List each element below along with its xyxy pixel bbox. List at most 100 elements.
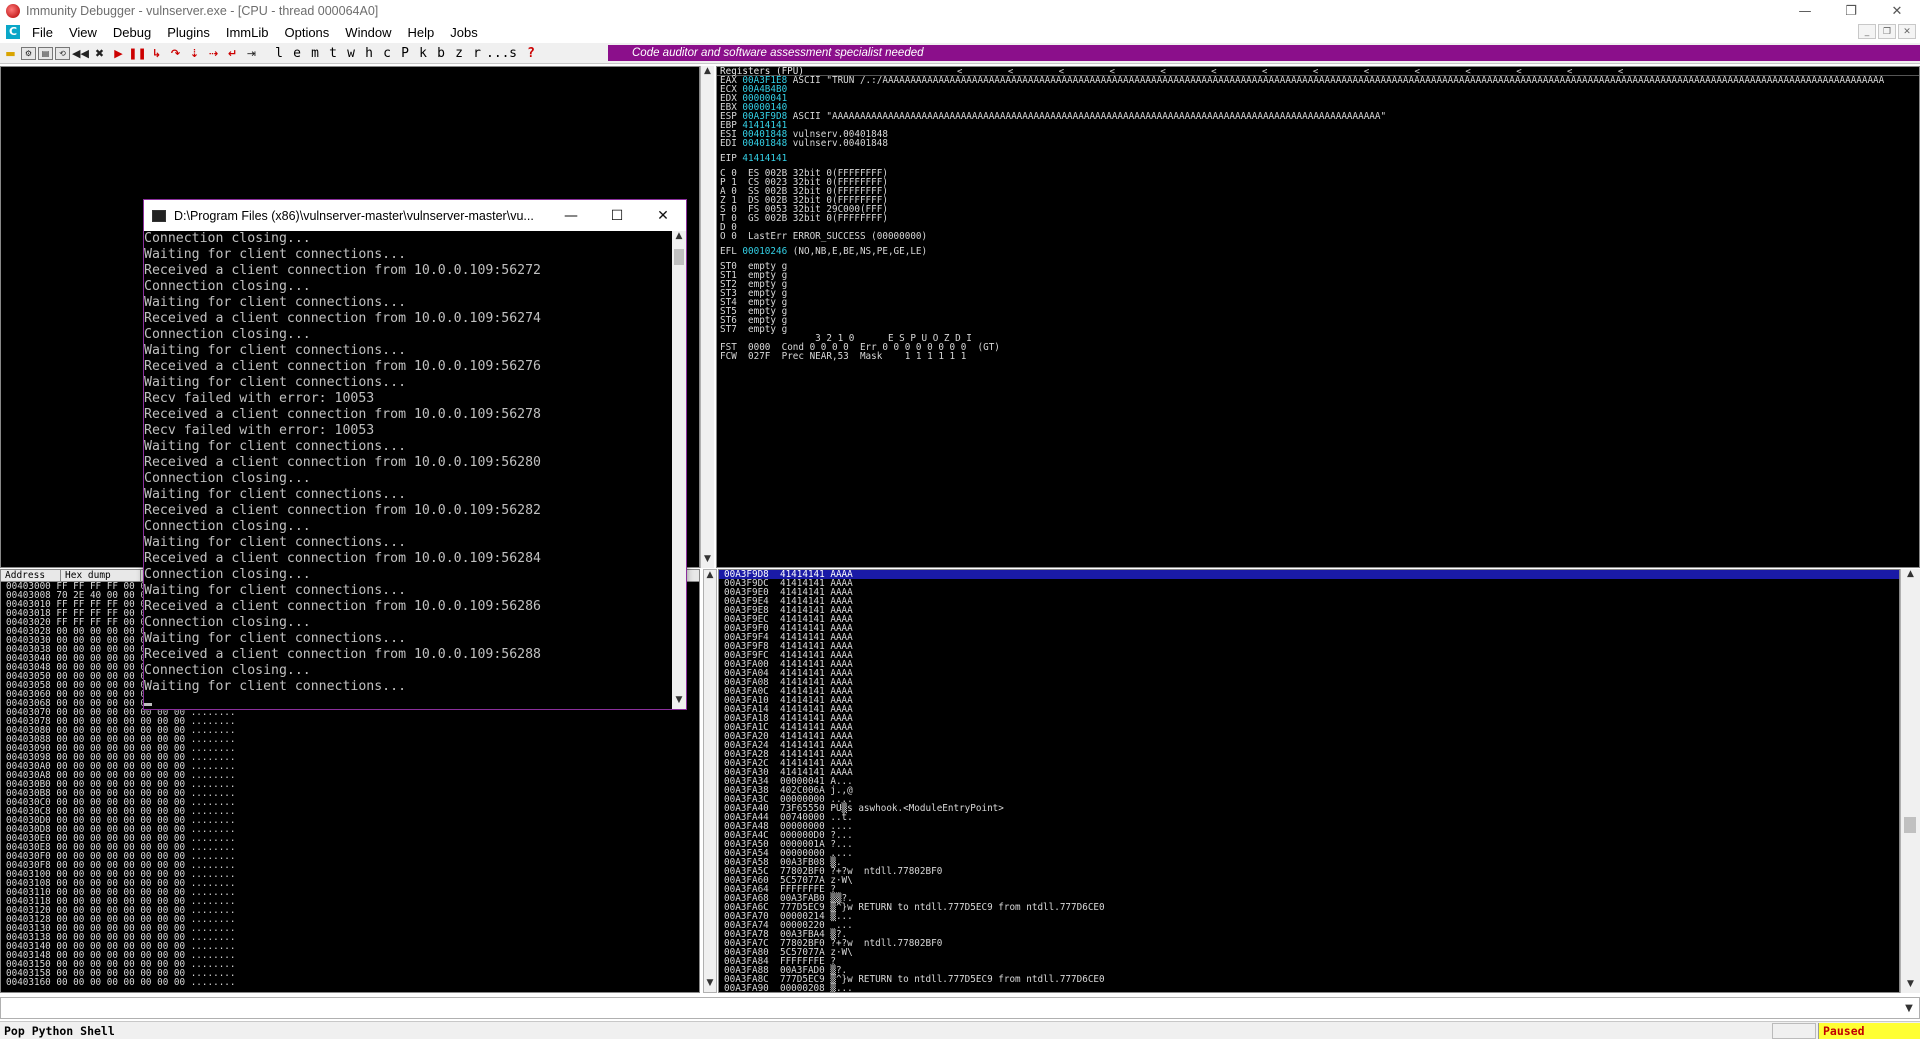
stack-row[interactable]: 00A3FA28 41414141 AAAA: [719, 750, 1899, 759]
stack-row[interactable]: 00A3FA70 00000214 ▒...: [719, 912, 1899, 921]
open-folder-icon[interactable]: ▬: [2, 45, 19, 61]
toolbar-button-h[interactable]: h: [360, 46, 378, 61]
toolbar-button-k[interactable]: k: [414, 46, 432, 61]
toolbar-button-e[interactable]: e: [288, 46, 306, 61]
stack-row[interactable]: 00A3FA50 0000001A ?...: [719, 840, 1899, 849]
stack-row[interactable]: 00A3FA60 5C57077A z·W\: [719, 876, 1899, 885]
register-line[interactable]: EFL 00010246 (NO,NB,E,BE,NS,PE,GE,LE): [717, 247, 1919, 256]
stack-row[interactable]: 00A3FA0C 41414141 AAAA: [719, 687, 1899, 696]
rewind-icon[interactable]: ◀◀: [72, 45, 89, 61]
toolbar-button-s[interactable]: s: [504, 46, 522, 61]
cpu-window-icon[interactable]: C: [6, 25, 20, 39]
menu-help[interactable]: Help: [400, 25, 443, 40]
menu-immlib[interactable]: ImmLib: [218, 25, 277, 40]
register-line[interactable]: EAX 00A3F1E8 ASCII "TRUN /.:/AAAAAAAAAAA…: [717, 76, 1919, 85]
register-line[interactable]: ST4 empty g: [717, 298, 1919, 307]
toolbar-button-w[interactable]: w: [342, 46, 360, 61]
stack-row[interactable]: 00A3FA4C 000000D0 ?...: [719, 831, 1899, 840]
stack-row[interactable]: 00A3F9DC 41414141 AAAA: [719, 579, 1899, 588]
register-line[interactable]: FCW 027F Prec NEAR,53 Mask 1 1 1 1 1 1: [717, 352, 1919, 361]
restore-button[interactable]: ❐: [1828, 0, 1874, 22]
toolbar-button-b[interactable]: b: [432, 46, 450, 61]
stack-row[interactable]: 00A3F9EC 41414141 AAAA: [719, 615, 1899, 624]
registers-pane[interactable]: Registers (FPU) < < < < < < < < < < < < …: [716, 66, 1920, 568]
stack-row[interactable]: 00A3FA34 00000041 A...: [719, 777, 1899, 786]
stack-row[interactable]: 00A3FA2C 41414141 AAAA: [719, 759, 1899, 768]
window-icon[interactable]: ▤: [38, 46, 53, 60]
register-line[interactable]: T 0 GS 002B 32bit 0(FFFFFFFF): [717, 214, 1919, 223]
step-over-icon[interactable]: ↷: [167, 45, 184, 61]
console-maximize-button[interactable]: ☐: [594, 200, 640, 231]
stack-row[interactable]: 00A3F9E8 41414141 AAAA: [719, 606, 1899, 615]
toolbar-button-l[interactable]: l: [270, 46, 288, 61]
menu-options[interactable]: Options: [276, 25, 337, 40]
chevron-down-icon[interactable]: ▼: [1901, 1001, 1917, 1015]
stack-scrollbar[interactable]: ▲ ▼: [1900, 569, 1920, 993]
pause-icon[interactable]: ❚❚: [128, 45, 146, 61]
close-process-icon[interactable]: ✖: [91, 45, 108, 61]
stack-row[interactable]: 00A3F9FC 41414141 AAAA: [719, 651, 1899, 660]
register-line[interactable]: EIP 41414141: [717, 154, 1919, 163]
register-line[interactable]: C 0 ES 002B 32bit 0(FFFFFFFF): [717, 169, 1919, 178]
column-hex-dump[interactable]: Hex dump: [61, 570, 141, 581]
register-line[interactable]: P 1 CS 0023 32bit 0(FFFFFFFF): [717, 178, 1919, 187]
register-line[interactable]: O 0 LastErr ERROR_SUCCESS (00000000): [717, 232, 1919, 241]
menu-view[interactable]: View: [61, 25, 105, 40]
stack-row[interactable]: 00A3F9D8 41414141 AAAA: [719, 570, 1899, 579]
register-line[interactable]: ST2 empty g: [717, 280, 1919, 289]
scroll-down-icon[interactable]: ▼: [701, 554, 714, 568]
menu-file[interactable]: File: [24, 25, 61, 40]
menu-jobs[interactable]: Jobs: [442, 25, 485, 40]
stack-row[interactable]: 00A3FA20 41414141 AAAA: [719, 732, 1899, 741]
stack-row[interactable]: 00A3FA00 41414141 AAAA: [719, 660, 1899, 669]
stack-row[interactable]: 00A3F9F4 41414141 AAAA: [719, 633, 1899, 642]
toolbar-button-r[interactable]: r: [468, 46, 486, 61]
register-line[interactable]: Z 1 DS 002B 32bit 0(FFFFFFFF): [717, 196, 1919, 205]
stack-row[interactable]: 00A3FA48 00000000 ....: [719, 822, 1899, 831]
toolbar-button-m[interactable]: m: [306, 46, 324, 61]
run-icon[interactable]: ▶: [110, 45, 127, 61]
register-value[interactable]: 00010246: [742, 246, 787, 257]
stack-row[interactable]: 00A3FA14 41414141 AAAA: [719, 705, 1899, 714]
disassembly-scrollbar[interactable]: ▲ ▼: [700, 66, 714, 568]
stack-row[interactable]: 00A3FA38 402C006A j.,@: [719, 786, 1899, 795]
register-line[interactable]: ST6 empty g: [717, 316, 1919, 325]
scroll-thumb[interactable]: [674, 249, 684, 265]
register-line[interactable]: ST1 empty g: [717, 271, 1919, 280]
stack-row[interactable]: 00A3FA08 41414141 AAAA: [719, 678, 1899, 687]
minimize-button[interactable]: —: [1782, 0, 1828, 22]
stack-row[interactable]: 00A3FA90 00000208 ▒...: [719, 984, 1899, 992]
stack-row[interactable]: 00A3FA44 00740000 ..t.: [719, 813, 1899, 822]
attach-icon[interactable]: ⚙: [21, 46, 36, 60]
menu-debug[interactable]: Debug: [105, 25, 159, 40]
stack-row[interactable]: 00A3FA1C 41414141 AAAA: [719, 723, 1899, 732]
banner-ad[interactable]: Code auditor and software assessment spe…: [608, 45, 1920, 61]
stack-row[interactable]: 00A3FA6C 777D5EC9 ▒^}w RETURN to ntdll.7…: [719, 903, 1899, 912]
mdi-minimize-button[interactable]: _: [1858, 24, 1876, 39]
register-line[interactable]: EDI 00401848 vulnserv.00401848: [717, 139, 1919, 148]
command-input[interactable]: [4, 1000, 1894, 1016]
stack-row[interactable]: 00A3FA30 41414141 AAAA: [719, 768, 1899, 777]
toolbar-button-c[interactable]: c: [378, 46, 396, 61]
stack-row[interactable]: 00A3FA54 00000000 ....: [719, 849, 1899, 858]
stack-pane[interactable]: 00A3F9D8 41414141 AAAA 00A3F9DC 41414141 …: [718, 569, 1900, 993]
toolbar-button-help[interactable]: ?: [522, 46, 540, 61]
go-to-icon[interactable]: ⇥: [243, 45, 260, 61]
stack-row[interactable]: 00A3FA40 73F65550 PU▒s aswhook.<ModuleEn…: [719, 804, 1899, 813]
stack-row[interactable]: 00A3FA10 41414141 AAAA: [719, 696, 1899, 705]
stack-row[interactable]: 00A3FA84 FFFFFFFE ?: [719, 957, 1899, 966]
stack-row[interactable]: 00A3FA5C 77802BF0 ?+?w ntdll.77802BF0: [719, 867, 1899, 876]
toolbar-button-z[interactable]: z: [450, 46, 468, 61]
restart-icon[interactable]: ⟲: [55, 46, 70, 60]
scroll-up-icon[interactable]: ▲: [1901, 569, 1920, 583]
scroll-thumb[interactable]: [1904, 817, 1916, 833]
register-line[interactable]: ST3 empty g: [717, 289, 1919, 298]
register-line[interactable]: ECX 00A4B4B0: [717, 85, 1919, 94]
register-value[interactable]: 00401848: [742, 138, 787, 149]
scroll-down-icon[interactable]: ▼: [1901, 979, 1920, 993]
column-address[interactable]: Address: [1, 570, 61, 581]
scroll-up-icon[interactable]: ▲: [672, 231, 686, 245]
mdi-close-button[interactable]: ✕: [1898, 24, 1916, 39]
stack-row[interactable]: 00A3FA74 00000220 ...: [719, 921, 1899, 930]
stack-row[interactable]: 00A3F9E4 41414141 AAAA: [719, 597, 1899, 606]
